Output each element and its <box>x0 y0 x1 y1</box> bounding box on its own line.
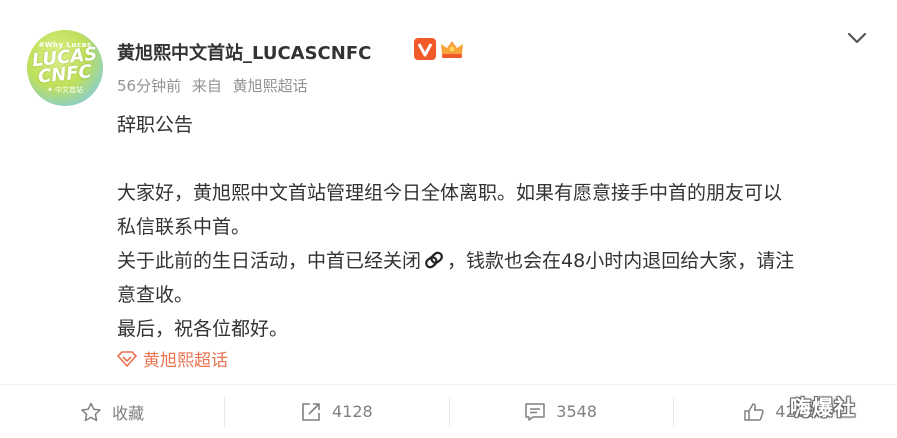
topic-link[interactable]: 黄旭熙超话 <box>117 346 228 371</box>
post-content: 辞职公告 大家好，黄旭熙中文首站管理组今日全体离职。如果有愿意接手中首的朋友可以… <box>117 108 877 346</box>
user-badges <box>414 38 465 60</box>
username[interactable]: 黄旭熙中文首站_LUCASCNFC <box>117 39 371 65</box>
avatar-name-line2: CNFC <box>37 61 93 88</box>
avatar-sub-text: ✦ 中文首站 <box>46 86 84 94</box>
content-line: 关于此前的生日活动，中首已经关闭 ，钱款也会在48小时内退回给大家，请注 <box>117 244 877 278</box>
favorite-button[interactable]: 收藏 <box>0 385 224 438</box>
action-bar: 收藏 4128 3548 42086 <box>0 385 897 438</box>
link-icon[interactable] <box>423 250 445 270</box>
vip-crown-icon[interactable] <box>439 38 465 60</box>
content-line: 大家好，黄旭熙中文首站管理组今日全体离职。如果有愿意接手中首的朋友可以 <box>117 182 783 204</box>
post-meta: 56分钟前 来自 黄旭熙超话 <box>117 75 314 96</box>
content-line: 意查收。 <box>117 284 194 306</box>
repost-count: 4128 <box>332 402 373 421</box>
post-title: 辞职公告 <box>117 114 194 136</box>
comment-icon <box>525 402 546 421</box>
favorite-label: 收藏 <box>112 403 145 423</box>
chevron-down-icon[interactable] <box>846 30 868 46</box>
like-button[interactable]: 42086 <box>672 385 897 438</box>
topic-label: 黄旭熙超话 <box>143 351 228 371</box>
content-line: 私信联系中首。 <box>117 216 251 238</box>
content-text: ，钱款也会在48小时内退回给大家，请注 <box>447 250 795 272</box>
repost-button[interactable]: 4128 <box>224 385 448 438</box>
source-prefix: 来自 <box>191 77 222 95</box>
avatar[interactable]: #Why Lucas LUCAS CNFC ✦ 中文首站 <box>27 30 103 106</box>
comment-count: 3548 <box>556 402 597 421</box>
repost-icon <box>302 402 320 421</box>
post-time[interactable]: 56分钟前 <box>117 77 181 95</box>
content-text: 关于此前的生日活动，中首已经关闭 <box>117 250 422 272</box>
watermark: 嗨爆社 <box>790 396 856 420</box>
thumbs-up-icon <box>744 402 765 421</box>
diamond-icon <box>117 350 137 367</box>
content-line: 最后，祝各位都好。 <box>117 318 289 340</box>
comment-button[interactable]: 3548 <box>448 385 673 438</box>
verified-v-icon[interactable] <box>414 38 436 60</box>
source-link[interactable]: 黄旭熙超话 <box>233 77 308 95</box>
star-icon <box>81 402 101 421</box>
